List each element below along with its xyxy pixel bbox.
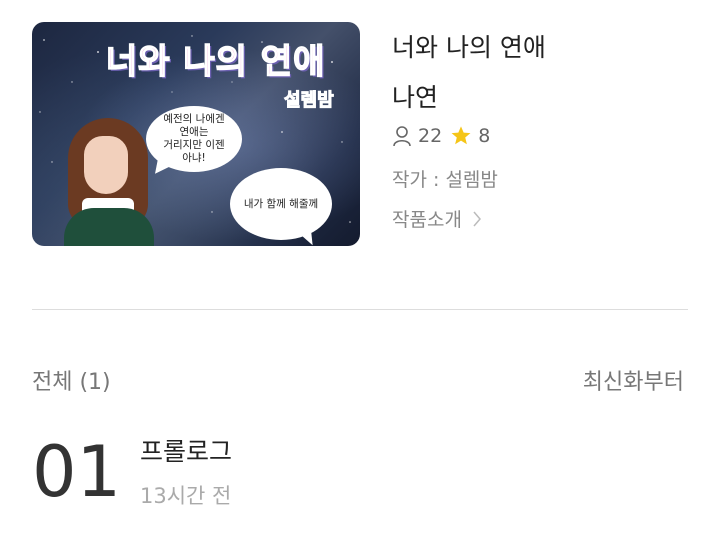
section-divider [32,309,688,310]
cover-character [64,118,154,246]
cover-title-art: 너와 나의 연애 [105,41,326,83]
cover-author-art: 설렘밤 [284,90,335,112]
person-icon [393,126,411,147]
episode-number: 01 [32,431,122,513]
speech-bubble: 예전의 나에겐 연애는 거리지만 이젠 아냐! [146,106,242,172]
sort-button[interactable]: 최신화부터 [583,364,684,396]
star-icon [451,126,471,145]
intro-link[interactable]: 작품소개 [392,205,482,232]
stars-count: 8 [478,125,491,147]
episode-total: 전체 (1) [32,370,111,395]
speech-bubble: 내가 함께 해줄께 [230,168,332,240]
author-line[interactable]: 작가 : 설렘밤 [392,165,498,192]
novel-stats: 22 8 [392,123,498,149]
episode-title: 프롤로그 [140,437,233,466]
episode-time: 13시간 전 [140,484,232,508]
readers-count: 22 [418,125,443,147]
episode-row[interactable]: 01 프롤로그 13시간 전 [32,430,688,520]
intro-label: 작품소개 [392,209,462,231]
novel-subtitle: 나연 [392,83,439,112]
chevron-right-icon [473,211,481,226]
novel-title: 너와 나의 연애 [392,33,546,62]
cover-image: 너와 나의 연애 설렘밤 예전의 나에겐 연애는 거리지만 이젠 아냐! 내가 … [32,22,360,246]
